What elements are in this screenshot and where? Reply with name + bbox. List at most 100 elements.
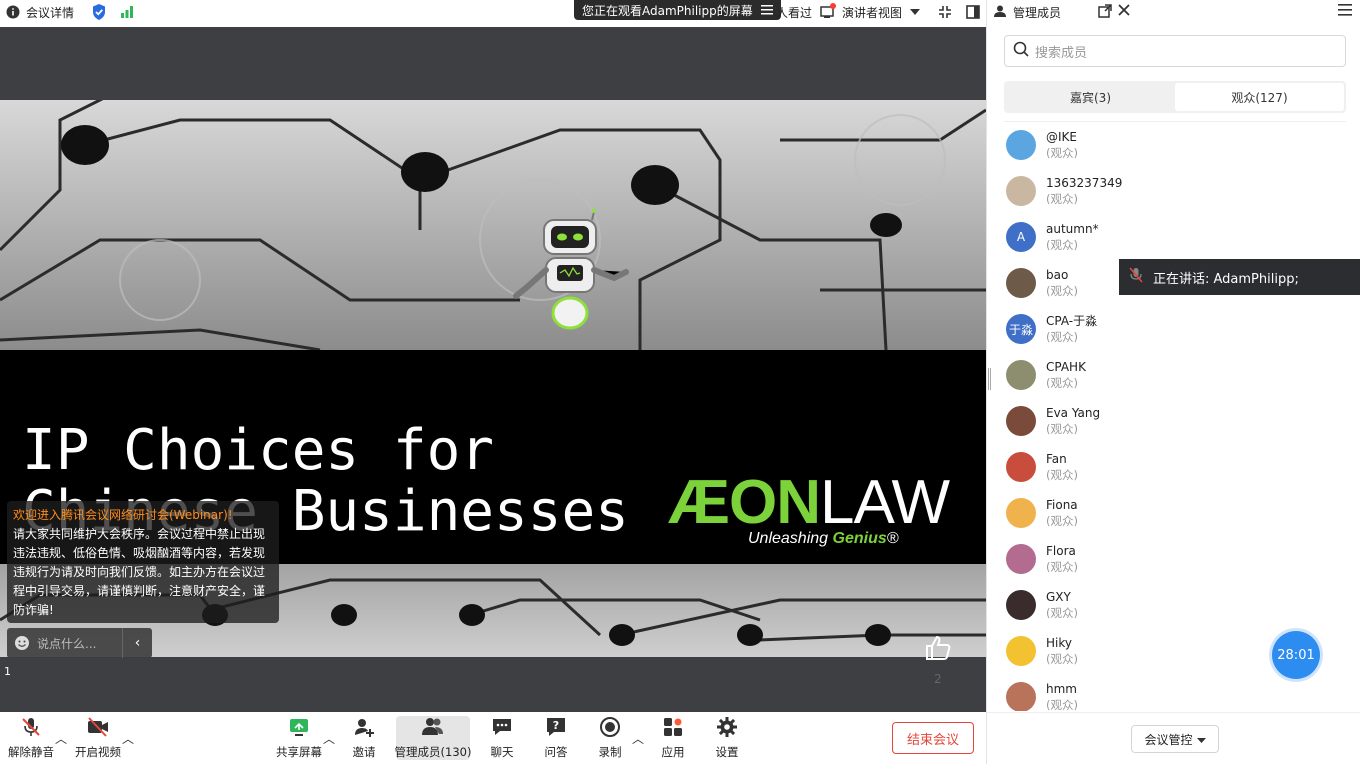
page-number: 1 bbox=[4, 665, 11, 678]
presenter-view-label[interactable]: 演讲者视图 bbox=[842, 4, 902, 21]
member-role: (观众) bbox=[1046, 192, 1078, 206]
member-row[interactable]: 1363237349 (观众) bbox=[1004, 168, 1346, 214]
share-banner-text: 您正在观看AdamPhilipp的屏幕 bbox=[582, 3, 753, 18]
emoji-icon[interactable] bbox=[7, 635, 37, 651]
member-row[interactable]: 于淼 CPA-于淼 (观众) bbox=[1004, 306, 1346, 352]
logo-wordmark-white: LAW bbox=[820, 468, 950, 537]
gear-icon bbox=[716, 716, 738, 741]
avatar bbox=[1006, 682, 1036, 711]
bottom-toolbar: 解除静音 ︿ 开启视频 ︿ 共享屏幕 ︿ 邀请 管理成员(130) 聊天 ? 问… bbox=[0, 712, 986, 764]
meeting-control-label: 会议管控 bbox=[1144, 732, 1193, 747]
member-row[interactable]: CPAHK (观众) bbox=[1004, 352, 1346, 398]
avatar: A bbox=[1006, 222, 1036, 252]
meeting-info-label[interactable]: 会议详情 bbox=[26, 4, 74, 21]
like-count: 2 bbox=[934, 672, 942, 686]
member-row[interactable]: Aautumn* (观众) bbox=[1004, 214, 1346, 260]
avatar bbox=[1006, 406, 1036, 436]
member-row[interactable]: Eva Yang (观众) bbox=[1004, 398, 1346, 444]
member-row[interactable]: Flora (观众) bbox=[1004, 536, 1346, 582]
panel-resize-handle[interactable] bbox=[988, 368, 991, 390]
member-search-input[interactable]: 搜索成员 bbox=[1035, 42, 1087, 61]
member-role: (观众) bbox=[1046, 238, 1078, 252]
qa-button[interactable]: ? 问答 bbox=[541, 716, 571, 760]
settings-button[interactable]: 设置 bbox=[712, 716, 742, 760]
hamburger-menu-icon[interactable] bbox=[1338, 3, 1352, 21]
chat-input[interactable]: 说点什么... bbox=[37, 635, 122, 652]
slide-title-line-1: IP Choices for bbox=[22, 418, 495, 483]
member-name: CPAHK bbox=[1046, 360, 1086, 374]
camera-off-icon bbox=[86, 716, 110, 741]
chat-button[interactable]: 聊天 bbox=[487, 716, 517, 760]
notice-body: 请大家共同维护大会秩序。会议过程中禁止出现违法违规、低俗色情、吸烟酗酒等内容，若… bbox=[13, 527, 266, 617]
member-role: (观众) bbox=[1046, 376, 1078, 390]
record-options-chevron-icon[interactable]: ︿ bbox=[632, 730, 644, 747]
mic-muted-icon bbox=[20, 716, 42, 741]
avatar bbox=[1006, 590, 1036, 620]
member-row[interactable]: Fiona (观众) bbox=[1004, 490, 1346, 536]
chevron-down-icon[interactable] bbox=[910, 9, 920, 15]
presenter-view-icon[interactable] bbox=[820, 3, 836, 19]
exit-fullscreen-icon[interactable] bbox=[938, 5, 952, 19]
member-row[interactable]: Fan (观众) bbox=[1004, 444, 1346, 490]
meeting-control-button[interactable]: 会议管控 bbox=[1131, 725, 1219, 753]
logo-wordmark-green: ÆON bbox=[668, 468, 821, 537]
aeon-law-logo: ÆON LAW Unleashing Genius® bbox=[668, 472, 968, 552]
record-button[interactable]: 录制 bbox=[595, 716, 625, 760]
chat-input-box[interactable]: 说点什么... ‹ bbox=[7, 628, 152, 658]
chevron-down-icon bbox=[1196, 732, 1206, 746]
unmute-button[interactable]: 解除静音 bbox=[8, 716, 54, 760]
members-panel-icon bbox=[993, 4, 1007, 21]
chat-label: 聊天 bbox=[490, 745, 514, 759]
member-search-box[interactable]: 搜索成员 bbox=[1004, 35, 1346, 67]
screen-share-banner: 您正在观看AdamPhilipp的屏幕 bbox=[574, 0, 781, 20]
avatar bbox=[1006, 452, 1036, 482]
speaking-text: 正在讲话: AdamPhilipp; bbox=[1153, 271, 1299, 287]
collapse-chat-icon[interactable]: ‹ bbox=[122, 628, 152, 658]
top-bar: 会议详情 您正在观看AdamPhilipp的屏幕 人看过 演讲者视图 bbox=[0, 0, 986, 24]
member-role: (观众) bbox=[1046, 146, 1078, 160]
member-role: (观众) bbox=[1046, 284, 1078, 298]
layout-icon[interactable] bbox=[966, 5, 980, 19]
member-name: 1363237349 bbox=[1046, 176, 1123, 190]
tab-audience[interactable]: 观众(127) bbox=[1175, 83, 1344, 111]
member-row[interactable]: hmm (观众) bbox=[1004, 674, 1346, 711]
member-row[interactable]: GXY (观众) bbox=[1004, 582, 1346, 628]
close-icon[interactable] bbox=[1118, 3, 1130, 21]
avatar bbox=[1006, 544, 1036, 574]
member-list[interactable]: @IKE (观众) 1363237349 (观众) Aautumn* (观众) bao (观众… bbox=[1004, 121, 1346, 711]
video-options-chevron-icon[interactable]: ︿ bbox=[122, 730, 134, 747]
thumbs-up-icon[interactable] bbox=[924, 634, 952, 665]
info-icon[interactable] bbox=[6, 5, 20, 19]
signal-icon[interactable] bbox=[120, 5, 134, 19]
shield-icon[interactable] bbox=[92, 4, 106, 20]
share-screen-button[interactable]: 共享屏幕 bbox=[276, 716, 322, 760]
avatar bbox=[1006, 636, 1036, 666]
manage-members-button[interactable]: 管理成员(130) bbox=[395, 716, 471, 760]
apps-button[interactable]: 应用 bbox=[658, 716, 688, 760]
timer-badge[interactable]: 28:01 bbox=[1272, 631, 1320, 679]
tab-guests[interactable]: 嘉宾(3) bbox=[1006, 83, 1175, 111]
member-name: Fan bbox=[1046, 452, 1067, 466]
panel-header: 管理成员 bbox=[987, 0, 1360, 24]
chat-bubble-icon bbox=[491, 716, 513, 741]
share-options-chevron-icon[interactable]: ︿ bbox=[323, 730, 335, 747]
member-role: (观众) bbox=[1046, 698, 1078, 711]
member-name: Eva Yang bbox=[1046, 406, 1101, 420]
question-icon: ? bbox=[545, 716, 567, 741]
viewers-label[interactable]: 人看过 bbox=[776, 4, 812, 21]
avatar: 于淼 bbox=[1006, 314, 1036, 344]
member-row[interactable]: @IKE (观众) bbox=[1004, 122, 1346, 168]
logo-tagline: Unleashing Genius® bbox=[748, 530, 899, 548]
invite-button[interactable]: 邀请 bbox=[346, 716, 382, 760]
member-name: hmm bbox=[1046, 682, 1077, 696]
avatar bbox=[1006, 268, 1036, 298]
start-video-label: 开启视频 bbox=[75, 745, 121, 759]
menu-icon[interactable] bbox=[760, 5, 773, 15]
audio-options-chevron-icon[interactable]: ︿ bbox=[55, 730, 67, 747]
member-role: (观众) bbox=[1046, 606, 1078, 620]
end-meeting-button[interactable]: 结束会议 bbox=[892, 722, 974, 754]
share-screen-icon bbox=[288, 716, 310, 741]
avatar bbox=[1006, 498, 1036, 528]
start-video-button[interactable]: 开启视频 bbox=[74, 716, 122, 760]
pop-out-icon[interactable] bbox=[1098, 3, 1112, 21]
